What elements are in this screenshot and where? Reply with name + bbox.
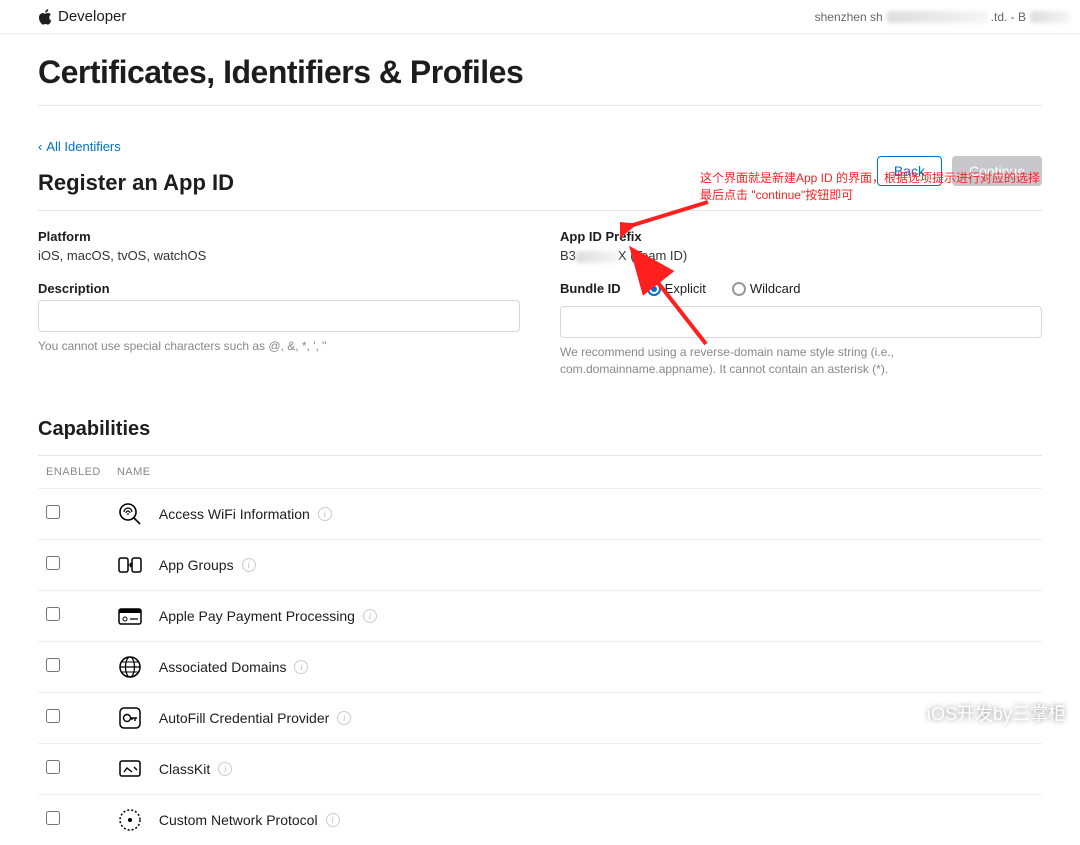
- app-groups-icon: [117, 552, 143, 578]
- section-title: Register an App ID: [38, 170, 234, 196]
- capability-row: Associated Domains i: [38, 641, 1042, 692]
- capability-checkbox[interactable]: [46, 760, 60, 774]
- capability-checkbox[interactable]: [46, 556, 60, 570]
- magnify-wifi-icon: [117, 501, 143, 527]
- capability-name: Apple Pay Payment Processing: [159, 608, 355, 624]
- platform-value: iOS, macOS, tvOS, watchOS: [38, 248, 520, 263]
- title-divider: [38, 105, 1042, 106]
- capability-name: ClassKit: [159, 761, 210, 777]
- bundle-id-helper: We recommend using a reverse-domain name…: [560, 344, 1042, 378]
- brand-block[interactable]: Developer: [38, 8, 126, 25]
- annotation-line2: 最后点击 "continue"按钮即可: [700, 187, 1060, 204]
- annotation-text: 这个界面就是新建App ID 的界面，根据选项提示进行对应的选择 最后点击 "c…: [700, 170, 1060, 204]
- info-icon[interactable]: i: [337, 711, 351, 725]
- back-link-text: All Identifiers: [46, 139, 120, 154]
- capability-row: Custom Network Protocol i: [38, 794, 1042, 845]
- capability-checkbox[interactable]: [46, 658, 60, 672]
- info-icon[interactable]: i: [218, 762, 232, 776]
- wechat-icon: [891, 701, 919, 725]
- info-icon[interactable]: i: [294, 660, 308, 674]
- team-mid: .td. - B: [991, 10, 1026, 24]
- col-enabled: ENABLED: [38, 455, 109, 488]
- capability-checkbox[interactable]: [46, 607, 60, 621]
- team-hidden-1: [887, 11, 987, 23]
- appid-prefix-hidden: [576, 251, 618, 263]
- col-name: NAME: [109, 455, 1042, 488]
- info-icon[interactable]: i: [363, 609, 377, 623]
- key-icon: [117, 705, 143, 731]
- top-bar: Developer shenzhen sh .td. - B: [0, 0, 1080, 34]
- globe-icon: [117, 654, 143, 680]
- capability-row: App Groups i: [38, 539, 1042, 590]
- bundle-id-input[interactable]: [560, 306, 1042, 338]
- classkit-icon: [117, 756, 143, 782]
- apple-logo-icon: [38, 9, 52, 25]
- capability-name: Access WiFi Information: [159, 506, 310, 522]
- page-title: Certificates, Identifiers & Profiles: [38, 54, 1042, 91]
- capability-row: Access WiFi Information i: [38, 488, 1042, 539]
- platform-label: Platform: [38, 229, 520, 244]
- annotation-line1: 这个界面就是新建App ID 的界面，根据选项提示进行对应的选择: [700, 170, 1060, 187]
- capability-name: AutoFill Credential Provider: [159, 710, 329, 726]
- capability-name: App Groups: [159, 557, 234, 573]
- watermark: iOS开发by三掌柜: [891, 700, 1066, 726]
- bundle-id-label: Bundle ID: [560, 281, 621, 296]
- capability-name: Associated Domains: [159, 659, 287, 675]
- capability-row: Apple Pay Payment Processing i: [38, 590, 1042, 641]
- description-input[interactable]: [38, 300, 520, 332]
- team-name[interactable]: shenzhen sh .td. - B: [815, 10, 1070, 24]
- back-to-identifiers-link[interactable]: ‹ All Identifiers: [38, 139, 121, 154]
- info-icon[interactable]: i: [326, 813, 340, 827]
- team-prefix: shenzhen sh: [815, 10, 883, 24]
- radio-unselected-icon: [732, 282, 746, 296]
- info-icon[interactable]: i: [318, 507, 332, 521]
- appid-prefix-start: B3: [560, 248, 576, 263]
- bundle-wildcard-option[interactable]: Wildcard: [732, 281, 801, 296]
- brand-text: Developer: [58, 8, 126, 25]
- radio-selected-icon: [647, 282, 661, 296]
- info-icon[interactable]: i: [242, 558, 256, 572]
- description-helper: You cannot use special characters such a…: [38, 338, 520, 355]
- description-label: Description: [38, 281, 520, 296]
- watermark-text: iOS开发by三掌柜: [927, 700, 1066, 726]
- capability-checkbox[interactable]: [46, 811, 60, 825]
- capabilities-title: Capabilities: [38, 418, 1042, 441]
- chevron-left-icon: ‹: [38, 139, 42, 154]
- team-hidden-2: [1030, 11, 1070, 23]
- capabilities-table: ENABLED NAME Access WiFi Information iAp…: [38, 455, 1042, 845]
- dots-circle-icon: [117, 807, 143, 833]
- capability-checkbox[interactable]: [46, 709, 60, 723]
- appid-prefix-value: B3 X (Team ID): [560, 248, 1042, 263]
- bundle-explicit-option[interactable]: Explicit: [647, 281, 706, 296]
- appid-prefix-label: App ID Prefix: [560, 229, 1042, 244]
- section-divider: [38, 210, 1042, 211]
- bundle-explicit-label: Explicit: [665, 281, 706, 296]
- capability-row: ClassKit i: [38, 743, 1042, 794]
- capability-checkbox[interactable]: [46, 505, 60, 519]
- appid-prefix-end: X (Team ID): [618, 248, 687, 263]
- capability-name: Custom Network Protocol: [159, 812, 318, 828]
- bundle-wildcard-label: Wildcard: [750, 281, 801, 296]
- apple-pay-icon: [117, 603, 143, 629]
